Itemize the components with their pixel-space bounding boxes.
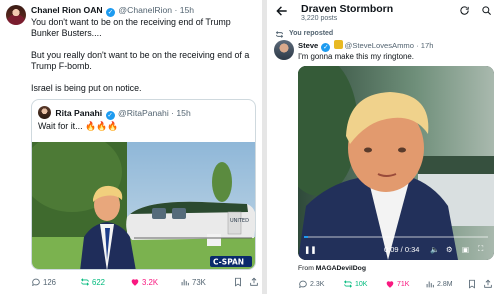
author-name[interactable]: Chanel Rion OAN (31, 5, 103, 15)
video-timestamp: 0:09 / 0:34 (384, 245, 420, 254)
search-icon[interactable] (481, 5, 492, 16)
post-text: I'm gonna make this my ringtone. (298, 52, 414, 61)
repost-icon (81, 278, 89, 286)
volume-icon[interactable]: 🔈 (430, 245, 439, 254)
quote-text: Wait for it... 🔥🔥🔥 (38, 121, 119, 131)
reply-icon (299, 280, 307, 288)
author-handle[interactable]: @SteveLovesAmmo (345, 41, 414, 50)
verified-badge-icon: ✓ (105, 111, 115, 120)
bookmark-button[interactable] (233, 277, 243, 287)
post-time[interactable]: 15h (180, 5, 194, 15)
separator-dot: · (174, 5, 178, 15)
post-count: 3,220 posts (301, 15, 338, 22)
profile-name: Draven Stormborn (301, 3, 394, 15)
quote-avatar (38, 106, 51, 119)
refresh-icon[interactable] (459, 5, 470, 16)
post-video[interactable]: ❚❚ 0:09 / 0:34 🔈 ⚙ ▣ ⛶ (298, 66, 494, 260)
views-button[interactable]: 2.8M (425, 279, 453, 289)
video-progress-bar[interactable] (304, 236, 488, 238)
like-button[interactable]: 3.2K (130, 277, 158, 287)
bookmark-button[interactable] (467, 279, 477, 289)
repost-count: 10K (355, 280, 368, 288)
repost-button[interactable]: 10K (343, 279, 367, 289)
separator-dot: · (416, 41, 419, 50)
post-header: Chanel Rion OAN ✓ @ChanelRion · 15h (31, 5, 194, 17)
video-frame: UNITED C-SPAN (32, 142, 255, 269)
author-avatar[interactable] (6, 5, 26, 25)
quote-time: 15h (176, 108, 191, 118)
share-icon (250, 277, 258, 286)
share-button[interactable] (249, 277, 259, 287)
quoted-post[interactable]: Rita Panahi ✓ @RitaPanahi · 15h Wait for… (31, 99, 256, 270)
views-icon (181, 279, 189, 286)
pip-icon[interactable]: ▣ (462, 245, 469, 254)
share-button[interactable] (483, 279, 493, 289)
right-profile-panel: Draven Stormborn 3,220 posts You reposte… (267, 0, 500, 294)
like-count: 71K (397, 280, 410, 288)
share-icon (484, 279, 492, 288)
post-text-2: But you really don't want to be on the r… (31, 50, 250, 71)
repost-icon (344, 280, 352, 288)
back-arrow-icon[interactable] (275, 4, 289, 18)
reply-count: 2.3K (310, 280, 325, 288)
author-handle[interactable]: @ChanelRion (118, 5, 172, 15)
reply-button[interactable]: 2.3K (298, 279, 324, 289)
heart-icon (386, 281, 394, 288)
source-account-link[interactable]: MAGADevilDog (316, 265, 366, 272)
like-count: 3.2K (142, 277, 159, 287)
verified-badge-icon: ✓ (321, 43, 331, 52)
post-header: Steve ✓ @SteveLovesAmmo · 17h (298, 40, 433, 52)
reply-button[interactable]: 126 (31, 277, 56, 287)
reply-icon (32, 278, 40, 286)
quote-video[interactable]: UNITED C-SPAN (32, 142, 255, 269)
bookmark-icon (469, 279, 475, 289)
reply-count: 126 (43, 277, 57, 287)
author-name[interactable]: Steve (298, 41, 318, 50)
left-post-panel: Chanel Rion OAN ✓ @ChanelRion · 15h You … (0, 0, 262, 294)
settings-gear-icon[interactable]: ⚙ (446, 245, 453, 254)
like-button[interactable]: 71K (385, 279, 409, 289)
post-text-3: Israel is being put on notice. (31, 83, 142, 93)
repost-count: 622 (92, 277, 106, 287)
views-icon (426, 281, 434, 288)
views-button[interactable]: 73K (180, 277, 206, 287)
video-frame (298, 66, 494, 260)
repost-button[interactable]: 622 (80, 277, 105, 287)
bookmark-icon (235, 277, 241, 287)
cspan-logo: C-SPAN (213, 258, 244, 267)
pause-icon[interactable]: ❚❚ (304, 245, 317, 254)
affiliate-badge-icon (333, 40, 343, 49)
video-source: From MAGADevilDog (298, 265, 366, 272)
views-count: 73K (192, 277, 206, 287)
quote-author-name: Rita Panahi (55, 108, 103, 118)
heart-icon (131, 279, 139, 286)
quote-header: Rita Panahi ✓ @RitaPanahi · 15h (38, 106, 191, 120)
reposted-label: You reposted (289, 30, 334, 37)
from-label: From (298, 265, 314, 272)
separator-dot: · (171, 108, 175, 118)
quote-author-handle: @RitaPanahi (117, 108, 169, 118)
verified-badge-icon: ✓ (106, 8, 116, 17)
post-time[interactable]: 17h (421, 41, 434, 50)
aircraft-marking: UNITED (230, 218, 249, 224)
author-avatar[interactable] (274, 40, 294, 60)
views-count: 2.8M (437, 280, 453, 288)
fullscreen-icon[interactable]: ⛶ (478, 244, 483, 254)
repost-icon (275, 31, 284, 38)
post-text-1: You don't want to be on the receiving en… (31, 17, 231, 38)
